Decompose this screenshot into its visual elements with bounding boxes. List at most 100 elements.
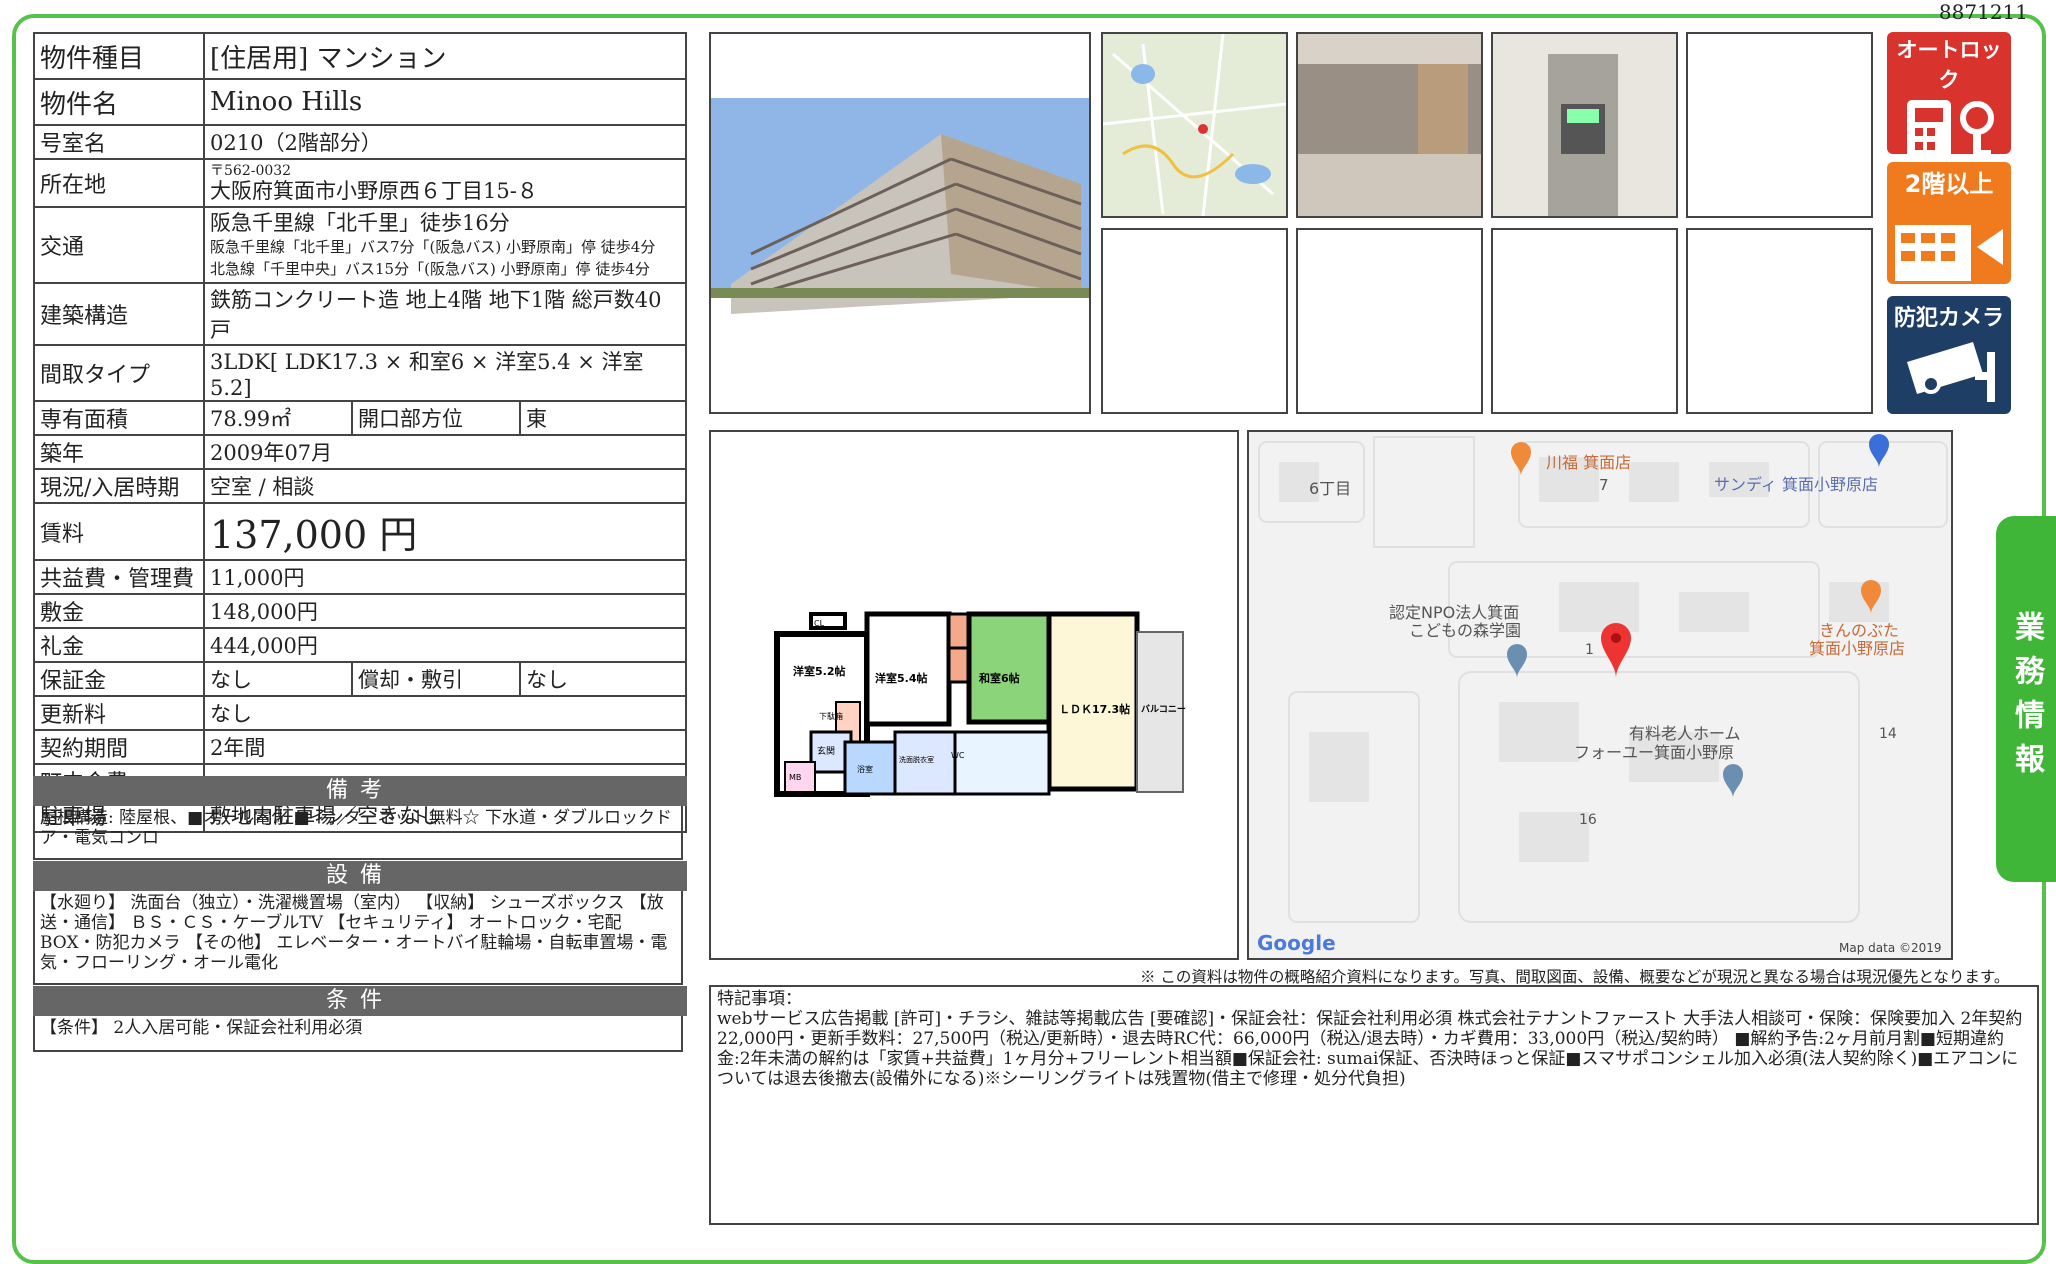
- renewal-label: 更新料: [33, 695, 205, 731]
- amortization-label: 償却・敷引: [351, 661, 521, 697]
- location-map[interactable]: 6丁目 川福 箕面店 7 サンディ 箕面小野原店 認定NPO法人箕面 こどもの森…: [1247, 430, 1953, 960]
- renewal-value: なし: [203, 695, 687, 731]
- map-poi-kinnobuta-2: 箕面小野原店: [1809, 639, 1905, 658]
- access-line-1: 阪急千里線「北千里」徒歩16分: [210, 211, 510, 235]
- map-poi-npo-1: 認定NPO法人箕面: [1389, 603, 1519, 622]
- entrance-photo[interactable]: [1296, 32, 1483, 218]
- rent-value: 137,000 円: [203, 502, 687, 561]
- security-camera-label: 防犯カメラ: [1893, 306, 2004, 331]
- area-value: 78.99㎡: [203, 400, 353, 436]
- name-value: Minoo Hills: [203, 78, 687, 126]
- rent-label: 賃料: [33, 502, 205, 561]
- floor-2-plus-icon: 2階以上: [1887, 162, 2011, 284]
- photo-slot-empty-1: [1686, 32, 1873, 218]
- address-zip: 〒562-0032: [210, 163, 292, 179]
- autolock-label: オートロック: [1896, 38, 2002, 92]
- address-value: 大阪府箕面市小野原西６丁目15-８: [210, 179, 538, 203]
- room-label: 号室名: [33, 124, 205, 160]
- type-value: [住居用] マンション: [203, 32, 687, 80]
- deposit-value: 148,000円: [203, 593, 687, 629]
- map-data-credit: Map data ©2019: [1839, 941, 1942, 955]
- floor-plan[interactable]: 洋室5.2帖 洋室5.4帖 和室6帖 ＬＤＫ17.3帖 バルコニー CL 下駄箱…: [709, 430, 1239, 960]
- type-label: 物件種目: [33, 32, 205, 80]
- access-label: 交通: [33, 206, 205, 284]
- special-notes-box: 特記事項： webサービス広告掲載 [許可]・チラシ、雑誌等掲載広告 [要確認]…: [709, 985, 2039, 1225]
- fp-room1-label: 洋室5.2帖: [793, 664, 846, 678]
- fp-bath-label: 浴室: [857, 764, 873, 774]
- map-thumbnail[interactable]: [1101, 32, 1288, 218]
- layout-value: 3LDK[ LDK17.3 × 和室6 × 洋室5.4 × 洋室5.2]: [203, 344, 687, 402]
- fp-cl-label: CL: [814, 619, 825, 628]
- built-value: 2009年07月: [203, 434, 687, 470]
- status-value: 空室 / 相談: [203, 468, 687, 504]
- key-money-value: 444,000円: [203, 627, 687, 663]
- business-info-tab[interactable]: 業務情報: [1996, 516, 2056, 882]
- layout-label: 間取タイプ: [33, 344, 205, 402]
- intercom-photo[interactable]: [1491, 32, 1678, 218]
- fp-balcony-label: バルコニー: [1141, 704, 1186, 715]
- structure-value: 鉄筋コンクリート造 地上4階 地下1階 総戸数40戸: [203, 282, 687, 346]
- fp-room3-label: 和室6帖: [979, 671, 1020, 685]
- map-poi-npo-2: こどもの森学園: [1409, 621, 1521, 640]
- map-poi-kawafuku: 川福 箕面店: [1546, 453, 1631, 472]
- direction-label: 開口部方位: [351, 400, 521, 436]
- equipment-heading: 設備: [33, 861, 687, 891]
- address-label: 所在地: [33, 158, 205, 208]
- contract-label: 契約期間: [33, 729, 205, 765]
- amortization-value: なし: [519, 661, 687, 697]
- remarks-heading: 備考: [33, 776, 687, 806]
- area-label: 専有面積: [33, 400, 205, 436]
- address-cell: 〒562-0032 大阪府箕面市小野原西６丁目15-８: [203, 158, 687, 208]
- photo-slot-empty-5: [1686, 228, 1873, 414]
- equipment-body: 【水廻り】 洗面台（独立）・洗濯機置場（室内） 【収納】 シューズボックス 【放…: [33, 891, 683, 985]
- structure-label: 建築構造: [33, 282, 205, 346]
- conditions-heading: 条件: [33, 986, 687, 1016]
- room-value: 0210（2階部分）: [203, 124, 687, 160]
- fp-ldk-label: ＬＤＫ17.3帖: [1059, 702, 1130, 716]
- property-spec-table: 物件種目 [住居用] マンション 物件名 Minoo Hills 号室名 0210（2…: [33, 32, 687, 833]
- floor-2-plus-label: 2階以上: [1904, 170, 1994, 198]
- fee-label: 共益費・管理費: [33, 559, 205, 595]
- map-block-16: 16: [1579, 812, 1597, 828]
- deposit-label: 敷金: [33, 593, 205, 629]
- guarantee-label: 保証金: [33, 661, 205, 697]
- status-label: 現況/入居時期: [33, 468, 205, 504]
- fp-wc-label: WC: [951, 751, 965, 760]
- remarks-body: 屋根構造: 陸屋根、■オール電化 ■インターネット無料☆ 下水道・ダブルロックド…: [33, 806, 683, 860]
- direction-value: 東: [519, 400, 687, 436]
- map-6chome-label: 6丁目: [1309, 479, 1351, 498]
- photo-slot-empty-4: [1491, 228, 1678, 414]
- built-label: 築年: [33, 434, 205, 470]
- map-block-1: 1: [1585, 642, 1594, 658]
- fee-value: 11,000円: [203, 559, 687, 595]
- conditions-body: 【条件】 2人入居可能・保証会社利用必須: [33, 1016, 683, 1052]
- exterior-photo[interactable]: [709, 32, 1091, 414]
- document-id: 8871211: [1938, 0, 2028, 24]
- fp-mb-label: MB: [789, 773, 801, 782]
- access-line-3: 北急線「千里中央」バス15分「(阪急バス) 小野原南」停 徒歩4分: [210, 260, 650, 278]
- map-poi-home-1: 有料老人ホーム: [1629, 724, 1741, 743]
- disclaimer-note: ※ この資料は物件の概略紹介資料になります。写真、間取図面、設備、概要などが現況…: [1140, 968, 2010, 986]
- map-poi-sandy: サンディ 箕面小野原店: [1714, 475, 1878, 494]
- map-poi-kinnobuta-1: きんのぶた: [1819, 621, 1899, 640]
- guarantee-value: なし: [203, 661, 353, 697]
- access-line-2: 阪急千里線「北千里」バス7分「(阪急バス) 小野原南」停 徒歩4分: [210, 238, 656, 256]
- map-poi-home-2: フォーユー箕面小野原: [1574, 743, 1734, 762]
- fp-entry-label: 玄関: [817, 745, 835, 757]
- map-block-7: 7: [1599, 476, 1609, 494]
- photo-slot-empty-3: [1296, 228, 1483, 414]
- fp-storage-label: 下駄箱: [819, 711, 843, 721]
- access-cell: 阪急千里線「北千里」徒歩16分阪急千里線「北千里」バス7分「(阪急バス) 小野原…: [203, 206, 687, 284]
- contract-value: 2年間: [203, 729, 687, 765]
- special-notes-text: webサービス広告掲載 [許可]・チラシ、雑誌等掲載広告 [要確認]・保証会社：…: [717, 1009, 2023, 1089]
- security-camera-icon: 防犯カメラ: [1887, 296, 2011, 414]
- autolock-icon: オートロック: [1887, 32, 2011, 154]
- special-notes-title: 特記事項：: [717, 989, 802, 1009]
- fp-room2-label: 洋室5.4帖: [875, 671, 928, 685]
- map-google-logo: Google: [1257, 931, 1336, 955]
- fp-washroom-label: 洗面脱衣室: [899, 755, 934, 764]
- photo-slot-empty-2: [1101, 228, 1288, 414]
- map-block-14: 14: [1879, 726, 1897, 742]
- name-label: 物件名: [33, 78, 205, 126]
- key-money-label: 礼金: [33, 627, 205, 663]
